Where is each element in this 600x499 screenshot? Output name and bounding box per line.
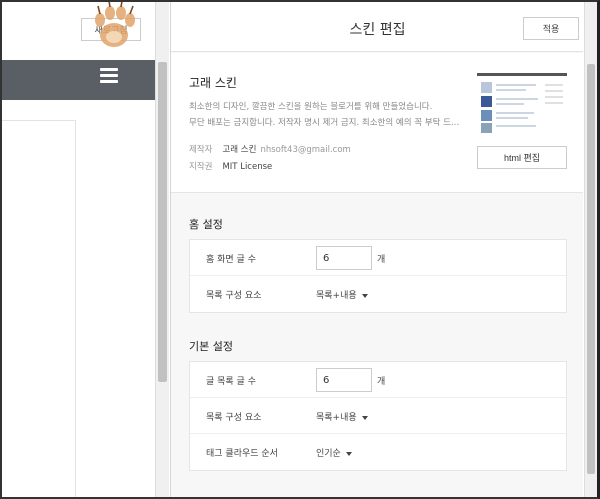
skin-description: 최소한의 디자인, 깔끔한 스킨을 원하는 블로거를 위해 만들었습니다. 무단… <box>189 102 460 128</box>
blog-preview-pane: 새로고침 <box>2 2 155 497</box>
skin-thumbnail <box>477 73 567 133</box>
caret-down-icon <box>361 293 368 298</box>
basic-list-components-select[interactable]: 목록+내용 <box>316 410 368 423</box>
skin-license: 지작권 MIT License <box>189 162 273 172</box>
tag-cloud-order-select[interactable]: 인기순 <box>316 446 352 459</box>
hamburger-menu-icon[interactable] <box>100 68 118 86</box>
caret-down-icon <box>361 415 368 420</box>
list-post-count-row: 글 목록 글 수 개 <box>190 362 566 398</box>
home-post-count-input[interactable] <box>316 246 372 270</box>
tag-cloud-order-row: 태그 클라우드 순서 인기순 <box>190 434 566 470</box>
maker-email: nhsoft43@gmail.com <box>260 145 351 155</box>
list-post-count-input[interactable] <box>316 368 372 392</box>
page-title: 스킨 편집 <box>349 22 406 38</box>
home-settings-title: 홈 설정 <box>189 218 223 231</box>
preview-header-bar <box>2 60 155 100</box>
apply-button[interactable]: 적용 <box>523 17 579 40</box>
basic-settings-box: 글 목록 글 수 개 목록 구성 요소 목록+내용 태그 클라우드 순서 인기순 <box>189 361 567 471</box>
home-settings-box: 홈 화면 글 수 개 목록 구성 요소 목록+내용 <box>189 239 567 313</box>
bear-paw-mascot-icon <box>95 2 135 47</box>
preview-scroll-thumb[interactable] <box>158 62 167 382</box>
skin-editor-panel: 스킨 편집 적용 고래 스킨 최소한의 디자인, 깔끔한 스킨을 원하는 블로거… <box>170 2 583 497</box>
skin-maker: 제작자 고래 스킨 nhsoft43@gmail.com <box>189 145 351 155</box>
preview-content-area <box>2 120 76 497</box>
skin-name: 고래 스킨 <box>189 76 237 90</box>
editor-scrollbar[interactable] <box>584 2 597 497</box>
home-list-components-select[interactable]: 목록+내용 <box>316 288 368 301</box>
home-post-count-row: 홈 화면 글 수 개 <box>190 240 566 276</box>
basic-settings-title: 기본 설정 <box>189 340 233 353</box>
skin-info-card: 고래 스킨 최소한의 디자인, 깔끔한 스킨을 원하는 블로거를 위해 만들었습… <box>171 53 583 193</box>
editor-scroll-thumb[interactable] <box>587 64 595 474</box>
preview-top-area: 새로고침 <box>2 2 155 52</box>
basic-list-components-row: 목록 구성 요소 목록+내용 <box>190 398 566 434</box>
home-list-components-row: 목록 구성 요소 목록+내용 <box>190 276 566 312</box>
editor-header: 스킨 편집 적용 <box>171 2 583 52</box>
html-edit-button[interactable]: html 편집 <box>477 146 567 169</box>
preview-scrollbar[interactable] <box>155 2 169 497</box>
caret-down-icon <box>345 451 352 456</box>
